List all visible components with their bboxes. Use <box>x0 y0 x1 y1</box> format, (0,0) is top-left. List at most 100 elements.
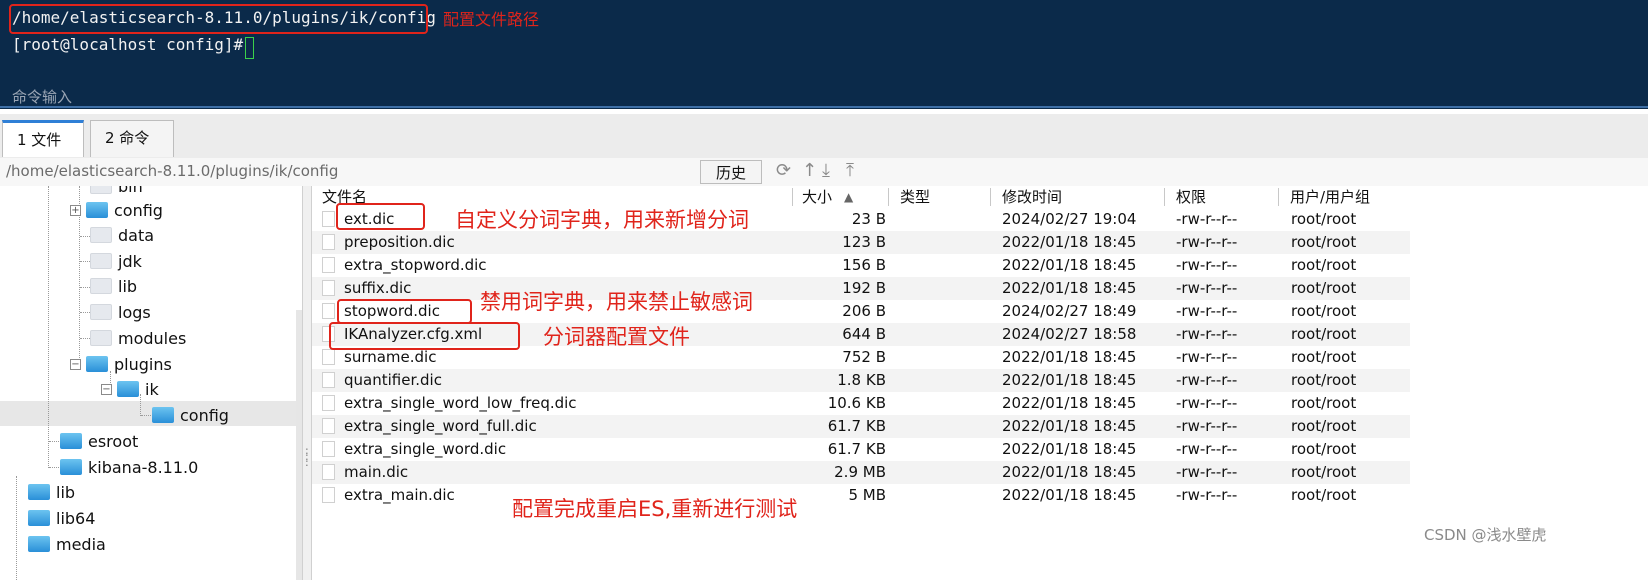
terminal-cursor <box>245 37 254 59</box>
file-name: extra_single_word_full.dic <box>344 417 537 435</box>
file-owner: root/root <box>1291 233 1357 251</box>
folder-icon <box>86 356 108 372</box>
restart-annotation: 配置完成重启ES,重新进行测试 <box>512 497 798 521</box>
file-size: 192 B <box>842 279 886 297</box>
tree-item-kibana[interactable]: kibana-8.11.0 <box>60 456 198 478</box>
tree-item-jdk[interactable]: jdk <box>90 250 142 272</box>
file-owner: root/root <box>1291 486 1357 504</box>
splitter-grip[interactable]: ::: <box>305 445 309 468</box>
file-modified: 2024/02/27 18:49 <box>1002 302 1137 320</box>
file-row[interactable]: stopword.dic 206 B 2024/02/27 18:49 -rw-r--… <box>312 300 1410 323</box>
file-permissions: -rw-r--r-- <box>1176 417 1238 435</box>
file-row[interactable]: extra_single_word_low_freq.dic 10.6 KB 202… <box>312 392 1410 415</box>
stopword-dic-highlight-box <box>337 299 472 324</box>
file-permissions: -rw-r--r-- <box>1176 440 1238 458</box>
tab-commands[interactable]: 2 命令 <box>90 120 174 157</box>
file-modified: 2022/01/18 18:45 <box>1002 279 1137 297</box>
file-row[interactable]: main.dic 2.9 MB 2022/01/18 18:45 -rw-r--r--… <box>312 461 1410 484</box>
file-modified: 2022/01/18 18:45 <box>1002 440 1137 458</box>
tree-item-data[interactable]: data <box>90 224 154 246</box>
file-row[interactable]: preposition.dic 123 B 2022/01/18 18:45 -rw-… <box>312 231 1410 254</box>
file-modified: 2022/01/18 18:45 <box>1002 394 1137 412</box>
path-bar: /home/elasticsearch-8.11.0/plugins/ik/co… <box>0 158 1648 187</box>
file-permissions: -rw-r--r-- <box>1176 486 1238 504</box>
tree-item-ik-config[interactable]: config <box>152 404 229 426</box>
folder-icon <box>90 330 112 346</box>
file-row[interactable]: extra_single_word_full.dic 61.7 KB 2022/01… <box>312 415 1410 438</box>
upload-icon[interactable]: ⤒ <box>846 160 854 181</box>
ik-config-annotation: 分词器配置文件 <box>543 325 690 349</box>
file-owner: root/root <box>1291 210 1357 228</box>
file-modified: 2024/02/27 18:58 <box>1002 325 1137 343</box>
file-icon <box>322 464 335 480</box>
file-icon <box>322 441 335 457</box>
tree-item-ik[interactable]: − ik <box>101 378 159 400</box>
file-row[interactable]: extra_stopword.dic 156 B 2022/01/18 18:45 -… <box>312 254 1410 277</box>
file-icon <box>322 349 335 365</box>
command-input-label[interactable]: 命令输入 <box>12 86 72 107</box>
file-size: 206 B <box>842 302 886 320</box>
file-modified: 2022/01/18 18:45 <box>1002 417 1137 435</box>
file-size: 10.6 KB <box>827 394 886 412</box>
tab-files[interactable]: 1 文件 <box>2 120 84 157</box>
tree-item-root-lib[interactable]: lib <box>28 481 75 503</box>
collapse-icon[interactable]: − <box>70 358 81 370</box>
column-header-owner[interactable]: 用户/用户组 <box>1290 186 1370 208</box>
file-size: 61.7 KB <box>827 440 886 458</box>
tree-item-config[interactable]: + config <box>70 199 163 221</box>
tree-item-plugins[interactable]: − plugins <box>70 353 172 375</box>
file-permissions: -rw-r--r-- <box>1176 325 1238 343</box>
up-directory-icon[interactable]: ↑ <box>802 160 817 181</box>
terminal-divider <box>0 106 1648 108</box>
file-modified: 2024/02/27 19:04 <box>1002 210 1137 228</box>
tree-item-bin[interactable]: bin <box>90 186 143 197</box>
file-row[interactable]: extra_main.dic 5 MB 2022/01/18 18:45 -rw-r-… <box>312 484 1410 507</box>
file-owner: root/root <box>1291 348 1357 366</box>
folder-icon <box>90 227 112 243</box>
ext-dic-annotation: 自定义分词字典，用来新增分词 <box>455 208 749 232</box>
expand-icon[interactable]: + <box>70 204 81 216</box>
column-header-permissions[interactable]: 权限 <box>1176 186 1206 208</box>
tree-item-media[interactable]: media <box>28 533 106 555</box>
tree-item-modules[interactable]: modules <box>90 327 186 349</box>
file-icon <box>322 234 335 250</box>
refresh-icon[interactable]: ⟳ <box>776 160 791 181</box>
file-owner: root/root <box>1291 371 1357 389</box>
file-modified: 2022/01/18 18:45 <box>1002 256 1137 274</box>
file-size: 61.7 KB <box>827 417 886 435</box>
file-owner: root/root <box>1291 279 1357 297</box>
file-row[interactable]: extra_single_word.dic 61.7 KB 2022/01/18 1… <box>312 438 1410 461</box>
watermark: CSDN @浅水壁虎 <box>1424 526 1547 544</box>
file-size: 23 B <box>851 210 886 228</box>
folder-icon <box>28 484 50 500</box>
file-owner: root/root <box>1291 394 1357 412</box>
file-permissions: -rw-r--r-- <box>1176 463 1238 481</box>
file-size: 5 MB <box>848 486 886 504</box>
column-header-modified[interactable]: 修改时间 <box>1002 186 1062 208</box>
collapse-icon[interactable]: − <box>101 383 112 395</box>
ik-config-highlight-box <box>329 322 520 350</box>
tree-item-esroot[interactable]: esroot <box>60 430 138 452</box>
column-header-type[interactable]: 类型 <box>900 186 930 208</box>
ext-dic-highlight-box <box>336 203 425 230</box>
tab-bar: 1 文件 2 命令 <box>0 114 1648 159</box>
file-permissions: -rw-r--r-- <box>1176 210 1238 228</box>
folder-icon <box>28 510 50 526</box>
history-button[interactable]: 历史 <box>700 160 762 184</box>
folder-icon <box>90 278 112 294</box>
current-path-input[interactable]: /home/elasticsearch-8.11.0/plugins/ik/co… <box>6 162 338 180</box>
file-name: main.dic <box>344 463 409 481</box>
file-row[interactable]: quantifier.dic 1.8 KB 2022/01/18 18:45 -rw-… <box>312 369 1410 392</box>
tree-item-lib64[interactable]: lib64 <box>28 507 95 529</box>
file-permissions: -rw-r--r-- <box>1176 348 1238 366</box>
file-size: 2.9 MB <box>834 463 886 481</box>
tree-item-lib[interactable]: lib <box>90 275 137 297</box>
file-name: extra_main.dic <box>344 486 455 504</box>
download-icon[interactable]: ⤓ <box>822 160 830 181</box>
file-row[interactable]: suffix.dic 192 B 2022/01/18 18:45 -rw-r--r-… <box>312 277 1410 300</box>
tree-item-logs[interactable]: logs <box>90 301 151 323</box>
pane-splitter[interactable] <box>302 186 312 580</box>
file-modified: 2022/01/18 18:45 <box>1002 463 1137 481</box>
file-icon <box>322 372 335 388</box>
column-header-size[interactable]: 大小 <box>802 186 832 208</box>
